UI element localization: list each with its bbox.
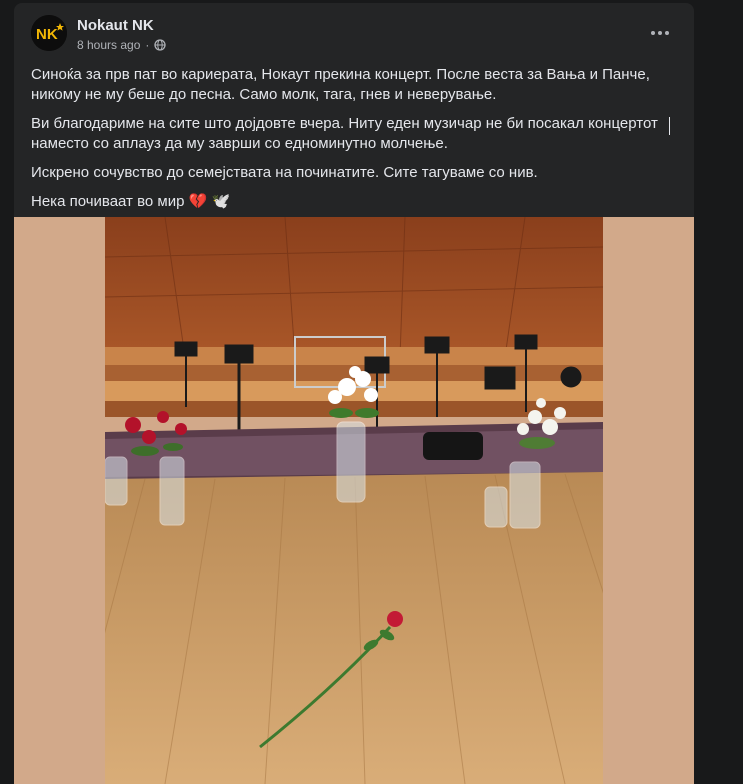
post-header: NK Nokaut NK 8 hours ago · xyxy=(14,3,694,59)
page-avatar[interactable]: NK xyxy=(31,15,67,51)
globe-icon[interactable] xyxy=(154,39,167,51)
text-cursor xyxy=(669,117,670,135)
post-paragraph: Ви благодариме на сите што дојдовте вчер… xyxy=(31,115,658,152)
meta-separator: · xyxy=(145,38,150,52)
svg-text:NK: NK xyxy=(36,26,58,43)
more-options-icon[interactable] xyxy=(642,19,678,47)
post-paragraph: Синоќа за прв пат во кариерата, Нокаут п… xyxy=(31,66,650,103)
post-meta: 8 hours ago · xyxy=(77,38,167,52)
post-card: NK Nokaut NK 8 hours ago · Синоќа за прв… xyxy=(14,3,694,784)
photo-container[interactable] xyxy=(14,217,694,784)
post-timestamp[interactable]: 8 hours ago xyxy=(77,38,140,52)
nokaut-logo-icon: NK xyxy=(31,15,67,51)
post-paragraph: Нека почиваат во мир 💔 🕊️ xyxy=(31,193,231,210)
post-paragraph: Искрено сочувство до семејствата на почи… xyxy=(31,164,538,181)
page-gutter xyxy=(704,0,743,784)
post-text: Синоќа за прв пат во кариерата, Нокаут п… xyxy=(31,65,681,221)
concert-stage-photo[interactable] xyxy=(105,217,603,784)
page-name[interactable]: Nokaut NK xyxy=(77,17,154,34)
